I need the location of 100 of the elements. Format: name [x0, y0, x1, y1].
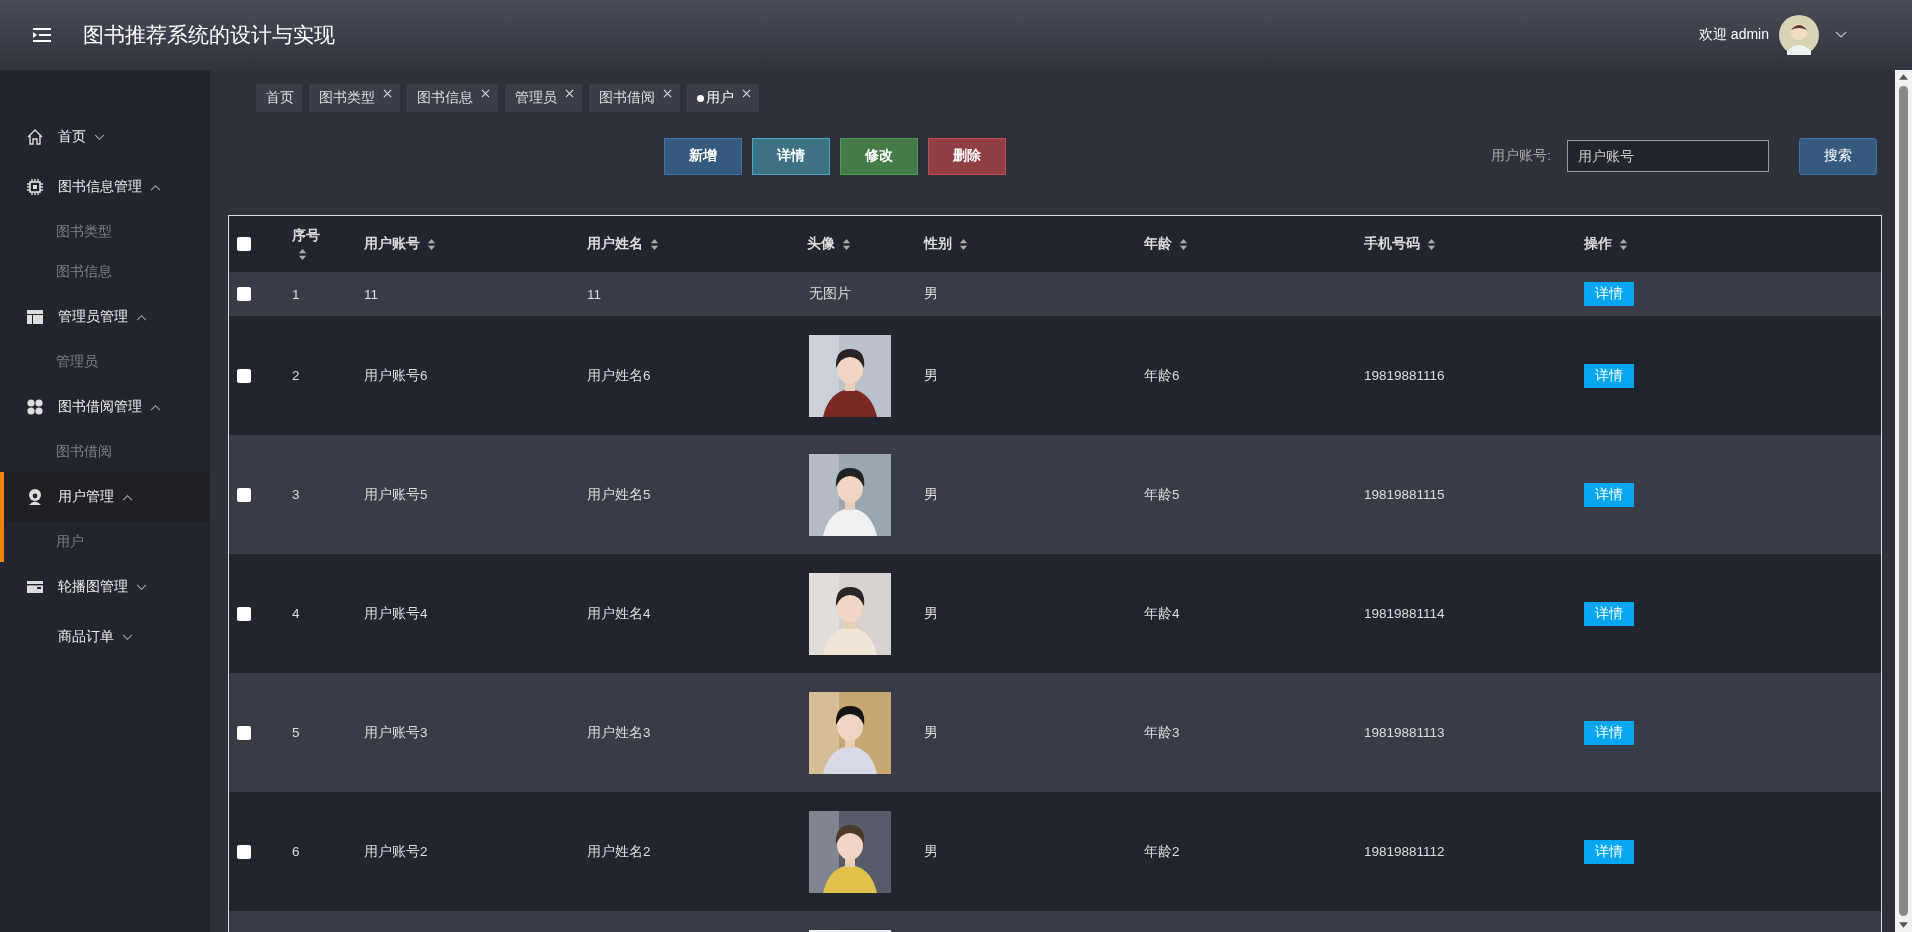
table-cell: 年龄2	[1144, 842, 1180, 861]
sort-icon[interactable]	[1619, 237, 1628, 251]
table-cell: 用户账号3	[364, 723, 428, 742]
sort-icon[interactable]	[298, 248, 307, 261]
sidebar-item[interactable]: 图书信息管理	[0, 162, 210, 212]
sidebar-subitem[interactable]: 图书类型	[0, 212, 210, 252]
table-cell: 男	[924, 285, 938, 303]
search-field[interactable]: 用户账号	[1567, 140, 1769, 172]
sort-icon[interactable]	[1179, 237, 1188, 251]
chevron-down-icon	[136, 583, 147, 591]
sort-icon[interactable]	[842, 237, 851, 251]
detail-button[interactable]: 详情	[752, 137, 830, 175]
scroll-up-icon[interactable]	[1899, 74, 1908, 80]
sidebar-item[interactable]: 轮播图管理	[0, 562, 210, 612]
table-cell: 无图片	[809, 285, 851, 303]
table-cell: 19819881115	[1364, 487, 1445, 502]
table-cell: 用户姓名6	[587, 366, 651, 385]
table-cell: 男	[924, 366, 938, 385]
page-tab[interactable]: 管理员	[505, 84, 582, 112]
scroll-down-icon[interactable]	[1899, 922, 1908, 928]
sort-icon[interactable]	[650, 237, 659, 251]
sidebar-item[interactable]: 商品订单	[0, 612, 210, 662]
chevron-down-icon[interactable]	[1835, 31, 1847, 39]
wallet-icon	[26, 578, 44, 596]
table-cell: 用户姓名3	[587, 723, 651, 742]
four-dots-icon	[26, 398, 44, 416]
page-tab[interactable]: 图书类型	[309, 84, 400, 112]
column-header[interactable]: 用户账号	[364, 235, 420, 253]
row-checkbox[interactable]	[237, 725, 251, 740]
close-icon[interactable]	[663, 88, 672, 98]
table-cell: 5	[292, 725, 300, 740]
search-button[interactable]: 搜索	[1799, 137, 1877, 175]
chevron-down-icon	[94, 133, 105, 141]
page-tab[interactable]: 用户	[687, 84, 759, 112]
sort-icon[interactable]	[959, 237, 968, 251]
sidebar-item[interactable]: 图书借阅管理	[0, 382, 210, 432]
table-cell: 11	[587, 286, 601, 302]
close-icon[interactable]	[481, 88, 490, 98]
sidebar-subitem[interactable]: 管理员	[0, 342, 210, 382]
chevron-up-icon	[150, 183, 161, 191]
row-checkbox[interactable]	[237, 844, 251, 859]
table-cell: 19819881112	[1364, 844, 1445, 859]
select-all-checkbox[interactable]	[237, 237, 251, 251]
edit-button[interactable]: 修改	[840, 137, 918, 175]
sidebar-item[interactable]: 用户管理	[0, 472, 210, 522]
welcome-text: 欢迎 admin	[1698, 26, 1769, 44]
row-checkbox[interactable]	[237, 487, 251, 502]
table-cell: 用户姓名2	[587, 842, 651, 861]
sidebar-subitem[interactable]: 图书信息	[0, 252, 210, 292]
scrollbar[interactable]	[1895, 70, 1912, 932]
table-cell: 19819881113	[1364, 725, 1445, 740]
row-checkbox[interactable]	[237, 606, 251, 621]
page-tab[interactable]: 首页	[256, 84, 302, 112]
table-cell: 男	[924, 842, 938, 861]
sidebar-subitem[interactable]: 用户	[0, 522, 210, 562]
table-cell: 19819881114	[1364, 606, 1445, 621]
table-cell: 男	[924, 604, 938, 623]
sidebar-item[interactable]: 管理员管理	[0, 292, 210, 342]
table-cell: 用户姓名5	[587, 485, 651, 504]
table-cell: 2	[292, 368, 300, 383]
close-icon[interactable]	[383, 88, 392, 98]
sort-icon[interactable]	[1427, 237, 1436, 251]
column-header[interactable]: 性别	[924, 235, 952, 253]
chevron-down-icon	[122, 633, 133, 641]
column-header[interactable]: 头像	[807, 235, 835, 253]
sort-icon[interactable]	[427, 237, 436, 251]
table-cell: 年龄4	[1144, 604, 1180, 623]
delete-button[interactable]: 删除	[928, 137, 1006, 175]
user-avatar-icon[interactable]	[1779, 15, 1819, 55]
table-cell: 3	[292, 487, 300, 502]
table-cell: 年龄3	[1144, 723, 1180, 742]
home-icon	[26, 128, 44, 146]
chevron-up-icon	[150, 403, 161, 411]
column-header[interactable]: 序号	[292, 227, 320, 245]
table-cell: 4	[292, 606, 300, 621]
table-cell: 6	[292, 844, 300, 859]
table-cell: 19819881116	[1364, 368, 1445, 383]
table-cell: 用户账号4	[364, 604, 428, 623]
close-icon[interactable]	[742, 88, 751, 98]
table-cell: 11	[364, 286, 378, 302]
row-checkbox[interactable]	[237, 287, 251, 301]
column-header[interactable]: 操作	[1584, 235, 1612, 253]
table-cell: 男	[924, 485, 938, 504]
sidebar-item[interactable]: 首页	[0, 112, 210, 162]
page-tab[interactable]: 图书信息	[407, 84, 498, 112]
add-button[interactable]: 新增	[664, 137, 742, 175]
table-cell: 年龄5	[1144, 485, 1180, 504]
column-header[interactable]: 用户姓名	[587, 235, 643, 253]
column-header[interactable]: 手机号码	[1364, 235, 1420, 253]
table-cell: 用户账号6	[364, 366, 428, 385]
table-cell: 用户账号2	[364, 842, 428, 861]
row-checkbox[interactable]	[237, 368, 251, 383]
chevron-up-icon	[122, 493, 133, 501]
sidebar-subitem[interactable]: 图书借阅	[0, 432, 210, 472]
close-icon[interactable]	[565, 88, 574, 98]
menu-icon[interactable]	[33, 28, 51, 42]
scrollbar-thumb[interactable]	[1899, 86, 1908, 916]
column-header[interactable]: 年龄	[1144, 235, 1172, 253]
layout-icon	[26, 308, 44, 326]
page-tab[interactable]: 图书借阅	[589, 84, 680, 112]
